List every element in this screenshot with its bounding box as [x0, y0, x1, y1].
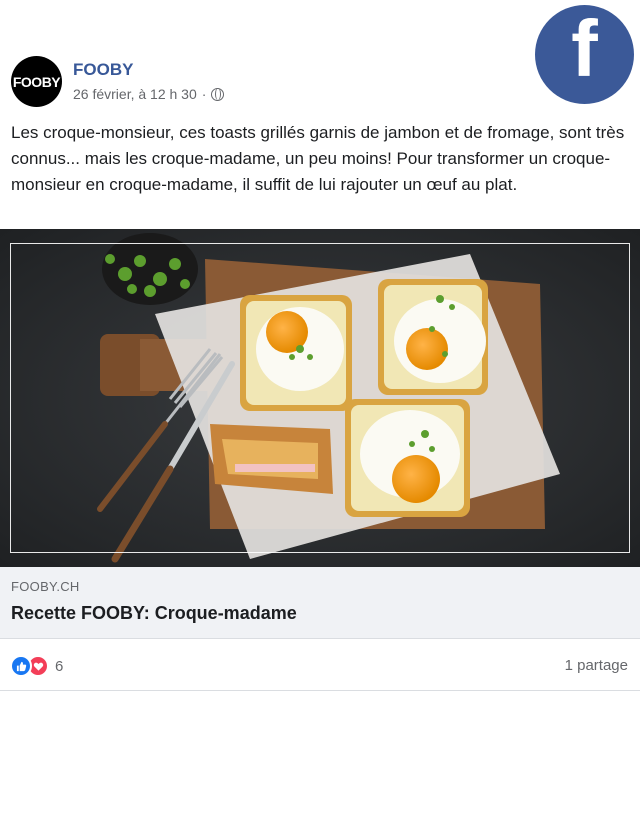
- post-image[interactable]: [0, 229, 640, 567]
- page-name-link[interactable]: FOOBY: [73, 60, 133, 80]
- page-avatar[interactable]: FOOBY: [11, 56, 62, 107]
- share-count[interactable]: 1 partage: [565, 657, 628, 674]
- post-timestamp[interactable]: 26 février, à 12 h 30: [73, 86, 197, 102]
- globe-icon[interactable]: [211, 87, 225, 101]
- meta-separator: ·: [201, 86, 207, 102]
- footer-divider: [0, 690, 640, 691]
- reaction-count: 6: [55, 657, 64, 675]
- post-meta: 26 février, à 12 h 30 ·: [73, 86, 225, 102]
- link-domain: FOOBY.CH: [11, 579, 80, 594]
- croque-madame-photo: [0, 229, 640, 567]
- card-divider: [0, 638, 640, 639]
- post-text: Les croque-monsieur, ces toasts grillés …: [11, 123, 625, 194]
- like-icon: [10, 655, 32, 677]
- facebook-logo-letter: f: [571, 4, 598, 93]
- reactions-summary[interactable]: 6: [10, 655, 63, 677]
- link-title[interactable]: Recette FOOBY: Croque-madame: [11, 603, 297, 624]
- avatar-text: FOOBY: [12, 73, 61, 90]
- link-preview-card[interactable]: FOOBY.CH Recette FOOBY: Croque-madame: [0, 567, 640, 638]
- facebook-logo-icon: f: [535, 5, 634, 104]
